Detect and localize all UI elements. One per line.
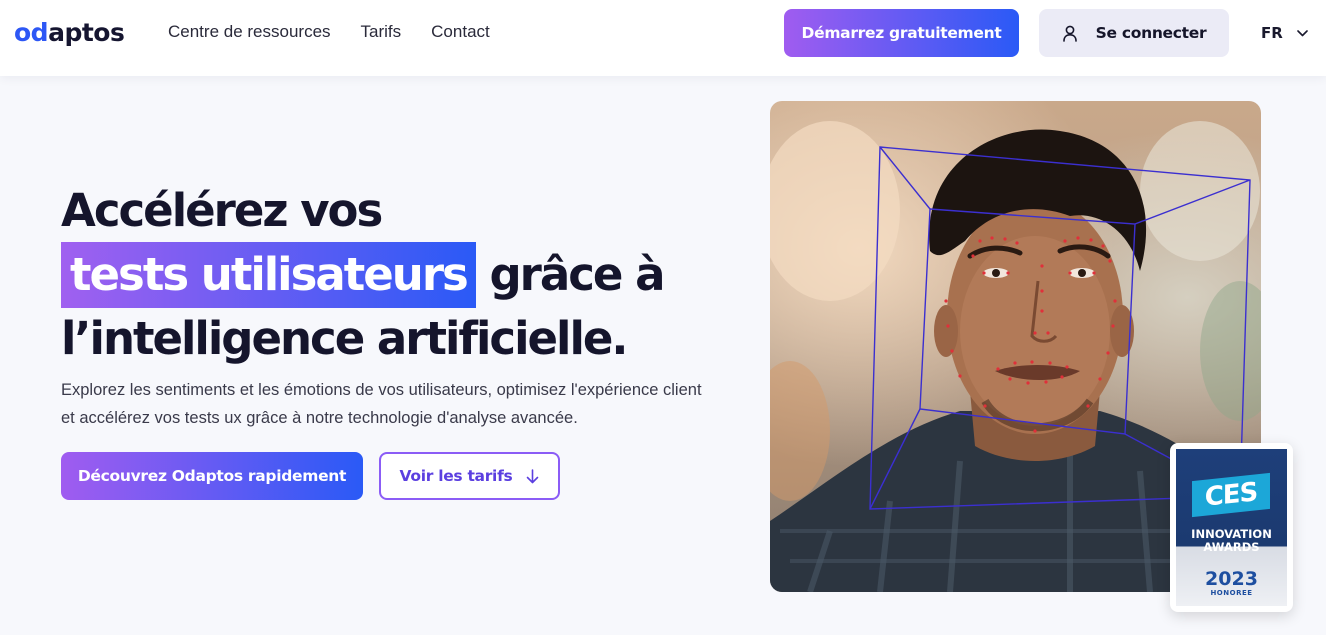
headline-highlight: tests utilisateurs [61, 242, 476, 308]
site-header: odaptos Centre de ressources Tarifs Cont… [0, 0, 1326, 76]
language-label: FR [1261, 24, 1283, 42]
ces-badge-artwork: CES INNOVATION AWARDS 2023 HONOREE [1176, 449, 1287, 606]
ces-innovation-label: INNOVATION [1191, 527, 1272, 541]
chevron-down-icon [1296, 29, 1308, 36]
user-icon [1062, 25, 1077, 42]
odaptos-logo[interactable]: odaptos [14, 18, 125, 47]
ces-honoree-label: HONOREE [1210, 589, 1253, 597]
headline-line-3: l’intelligence artificielle. [61, 312, 628, 365]
ces-year: 2023 [1205, 568, 1258, 590]
hero-subtitle: Explorez les sentiments et les émotions … [61, 381, 702, 427]
ces-awards-label: AWARDS [1203, 540, 1260, 554]
ces-logo: CES [1192, 472, 1270, 518]
arrow-down-icon [527, 468, 539, 483]
logo-prefix: od [14, 18, 49, 47]
headline-line-2-rest: grâce à [489, 248, 665, 301]
view-pricing-label: Voir les tarifs [399, 467, 513, 485]
discover-button[interactable]: Découvrez Odaptos rapidement [61, 452, 363, 500]
main-nav: Centre de ressources Tarifs Contact [168, 22, 490, 42]
nav-link-pricing[interactable]: Tarifs [361, 22, 402, 42]
logo-suffix: aptos [48, 18, 125, 47]
hero-headline: Accélérez vos tests utilisateurs grâce à… [61, 180, 741, 370]
nav-link-resources[interactable]: Centre de ressources [168, 22, 331, 42]
headline-line-1: Accélérez vos [61, 184, 383, 237]
ces-award-badge: CES INNOVATION AWARDS 2023 HONOREE [1170, 443, 1293, 612]
login-label: Se connecter [1095, 24, 1207, 42]
start-free-button[interactable]: Démarrez gratuitement [784, 9, 1019, 57]
language-selector[interactable]: FR [1261, 22, 1308, 44]
view-pricing-button[interactable]: Voir les tarifs [379, 452, 560, 500]
nav-link-contact[interactable]: Contact [431, 22, 490, 42]
login-button[interactable]: Se connecter [1039, 9, 1229, 57]
